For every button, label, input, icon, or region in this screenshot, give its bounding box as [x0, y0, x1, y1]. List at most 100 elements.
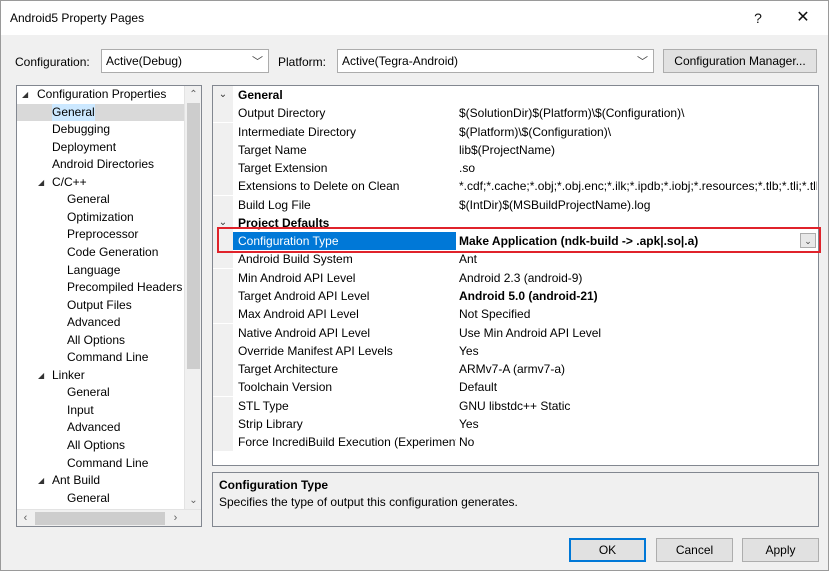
tree-item[interactable]: General	[17, 384, 185, 402]
property-value[interactable]: GNU libstdc++ Static	[459, 397, 817, 415]
tree-item[interactable]: Input	[17, 402, 185, 420]
collapse-icon[interactable]: ⌄	[213, 213, 233, 232]
property-row[interactable]: STL Type GNU libstdc++ Static	[213, 396, 818, 415]
property-name: Intermediate Directory	[238, 124, 357, 139]
tree-item-label: Preprocessor	[67, 227, 139, 242]
tree-item[interactable]: Deployment	[17, 139, 185, 157]
tree-item[interactable]: Advanced	[17, 314, 185, 332]
property-value[interactable]: $(IntDir)$(MSBuildProjectName).log	[459, 196, 817, 214]
property-row[interactable]: Target Extension .so	[213, 159, 818, 178]
tree-item[interactable]: General	[17, 103, 185, 122]
tree-item[interactable]: Output Files	[17, 297, 185, 315]
property-row[interactable]: Max Android API Level Not Specified	[213, 305, 818, 324]
property-value[interactable]: Default	[459, 378, 817, 396]
scroll-thumb[interactable]	[35, 512, 165, 525]
property-row[interactable]: Strip Library Yes	[213, 414, 818, 433]
property-grid[interactable]: ⌄ General Output Directory $(SolutionDir)$(…	[212, 85, 819, 466]
property-value[interactable]: No	[459, 433, 817, 451]
property-value[interactable]: $(Platform)\$(Configuration)\	[459, 123, 817, 141]
tree-item[interactable]: ◢ Ant Build	[17, 472, 185, 490]
tree-item-label: Command Line	[67, 350, 149, 365]
tree-item[interactable]: Optimization	[17, 209, 185, 227]
property-value[interactable]: Not Specified	[459, 305, 817, 323]
expand-arrow-icon[interactable]: ◢	[38, 367, 44, 384]
property-value[interactable]: $(SolutionDir)$(Platform)\$(Configuratio…	[459, 104, 817, 122]
property-row[interactable]: Native Android API Level Use Min Android …	[213, 323, 818, 342]
property-value[interactable]: Yes	[459, 342, 817, 360]
tree-vertical-scrollbar[interactable]: ⌃ ⌄	[184, 86, 201, 509]
cancel-button[interactable]: Cancel	[656, 538, 733, 562]
tree-item[interactable]: General	[17, 191, 185, 209]
tree-item-label: General	[67, 192, 110, 207]
tree-item[interactable]: All Options	[17, 332, 185, 350]
property-value[interactable]: Use Min Android API Level	[459, 324, 817, 342]
configuration-dropdown[interactable]: Active(Debug) ﹀	[101, 49, 269, 73]
help-icon[interactable]: ?	[748, 9, 768, 27]
property-value[interactable]: lib$(ProjectName)	[459, 141, 817, 159]
category-row[interactable]: ⌄ General	[213, 86, 818, 104]
property-row[interactable]: Configuration Type Make Application (ndk-…	[213, 232, 818, 251]
property-row[interactable]: Android Build System Ant	[213, 250, 818, 269]
expand-arrow-icon[interactable]: ◢	[22, 86, 28, 103]
property-row[interactable]: Target Android API Level Android 5.0 (and…	[213, 286, 818, 305]
tree-item[interactable]: Android Directories	[17, 156, 185, 174]
property-row[interactable]: Extensions to Delete on Clean *.cdf;*.cac…	[213, 177, 818, 196]
scroll-left-icon[interactable]: ‹	[17, 510, 34, 526]
property-row[interactable]: Output Directory $(SolutionDir)$(Platform…	[213, 104, 818, 123]
property-value[interactable]: Yes	[459, 415, 817, 433]
tree-item[interactable]: General	[17, 490, 185, 508]
property-row[interactable]: Build Log File $(IntDir)$(MSBuildProjectN…	[213, 195, 818, 214]
property-value[interactable]: .so	[459, 159, 817, 177]
property-value[interactable]: Android 5.0 (android-21)	[459, 287, 817, 305]
property-name: Target Name	[238, 142, 307, 157]
tree-item[interactable]: All Options	[17, 437, 185, 455]
tree-item[interactable]: Advanced	[17, 419, 185, 437]
property-row[interactable]: Override Manifest API Levels Yes	[213, 341, 818, 360]
tree-item-label: Input	[67, 402, 94, 417]
property-value[interactable]: Ant	[459, 250, 817, 268]
apply-button[interactable]: Apply	[742, 538, 819, 562]
property-tree[interactable]: ◢ Configuration Properties General Debuggin…	[16, 85, 202, 527]
property-row[interactable]: Toolchain Version Default	[213, 378, 818, 397]
tree-item[interactable]: ◢ C/C++	[17, 174, 185, 192]
tree-horizontal-scrollbar[interactable]: ‹ ›	[17, 509, 201, 526]
property-value[interactable]: *.cdf;*.cache;*.obj;*.obj.enc;*.ilk;*.ip…	[459, 177, 817, 195]
chevron-down-icon[interactable]: ⌄	[800, 233, 816, 249]
ok-button[interactable]: OK	[569, 538, 646, 562]
property-value[interactable]: ARMv7-A (armv7-a)	[459, 360, 817, 378]
tree-item-label: General	[67, 385, 110, 400]
platform-dropdown[interactable]: Active(Tegra-Android) ﹀	[337, 49, 654, 73]
expand-arrow-icon[interactable]: ◢	[38, 472, 44, 489]
tree-item[interactable]: Code Generation	[17, 244, 185, 262]
tree-item[interactable]: Command Line	[17, 349, 185, 367]
property-row[interactable]: Force IncrediBuild Execution (Experiment…	[213, 433, 818, 452]
tree-item[interactable]: ◢ Configuration Properties	[17, 86, 185, 104]
tree-item[interactable]: Precompiled Headers	[17, 279, 185, 297]
collapse-icon[interactable]: ⌄	[213, 86, 233, 104]
tree-item[interactable]: Command Line	[17, 455, 185, 473]
scroll-right-icon[interactable]: ›	[167, 510, 184, 526]
property-value[interactable]: Android 2.3 (android-9)	[459, 269, 817, 287]
row-gutter	[213, 177, 233, 196]
property-row[interactable]: Target Name lib$(ProjectName)	[213, 140, 818, 159]
tree-item-label: All Options	[67, 438, 126, 452]
expand-arrow-icon[interactable]: ◢	[38, 174, 44, 191]
close-icon[interactable]: ✕	[793, 9, 813, 27]
property-row[interactable]: Intermediate Directory $(Platform)\$(Conf…	[213, 122, 818, 141]
configuration-manager-button[interactable]: Configuration Manager...	[663, 49, 817, 73]
tree-item[interactable]: Debugging	[17, 121, 185, 139]
scroll-down-icon[interactable]: ⌄	[185, 492, 201, 509]
tree-item[interactable]: Language	[17, 262, 185, 280]
property-name: STL Type	[238, 398, 289, 413]
tree-item[interactable]: Preprocessor	[17, 226, 185, 244]
category-row[interactable]: ⌄ Project Defaults	[213, 213, 818, 232]
scroll-thumb[interactable]	[187, 103, 200, 369]
property-row[interactable]: Min Android API Level Android 2.3 (androi…	[213, 268, 818, 287]
property-value[interactable]: Make Application (ndk-build -> .apk|.so|…	[459, 232, 817, 250]
property-name: Native Android API Level	[238, 325, 371, 340]
scroll-up-icon[interactable]: ⌃	[185, 86, 201, 103]
row-gutter	[213, 341, 233, 360]
property-row[interactable]: Target Architecture ARMv7-A (armv7-a)	[213, 360, 818, 379]
tree-item[interactable]: ◢ Linker	[17, 367, 185, 385]
row-gutter	[213, 396, 233, 415]
